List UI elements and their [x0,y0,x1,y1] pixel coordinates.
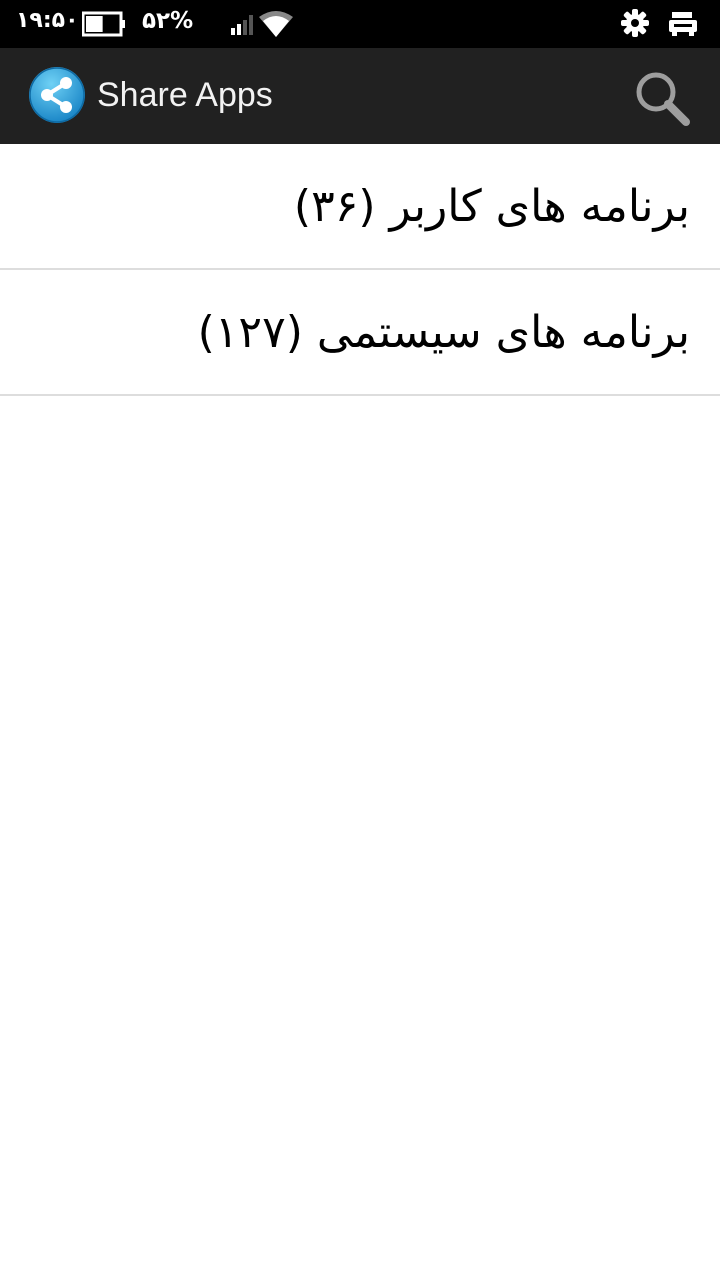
share-icon[interactable] [28,66,86,124]
app-category-list: برنامه های کاربر (۳۶) برنامه های سیستمی … [0,144,720,396]
battery-percent: ۵۲% [142,8,194,34]
wifi-icon [259,11,293,37]
list-item-system-apps[interactable]: برنامه های سیستمی (۱۲۷) [0,270,720,396]
status-time: ۱۹:۵۰ [16,8,79,33]
battery-icon [82,11,125,37]
list-item-user-apps[interactable]: برنامه های کاربر (۳۶) [0,144,720,270]
gear-icon [621,9,649,37]
action-bar: Share Apps [0,48,720,144]
status-bar: ۱۹:۵۰ ۵۲% [0,0,720,48]
search-icon[interactable] [630,66,694,130]
app-title: Share Apps [97,76,273,114]
list-item-label: برنامه های کاربر (۳۶) [293,180,690,232]
signal-icon [231,15,253,35]
list-item-label: برنامه های سیستمی (۱۲۷) [197,306,690,358]
notification-icon [669,12,697,36]
